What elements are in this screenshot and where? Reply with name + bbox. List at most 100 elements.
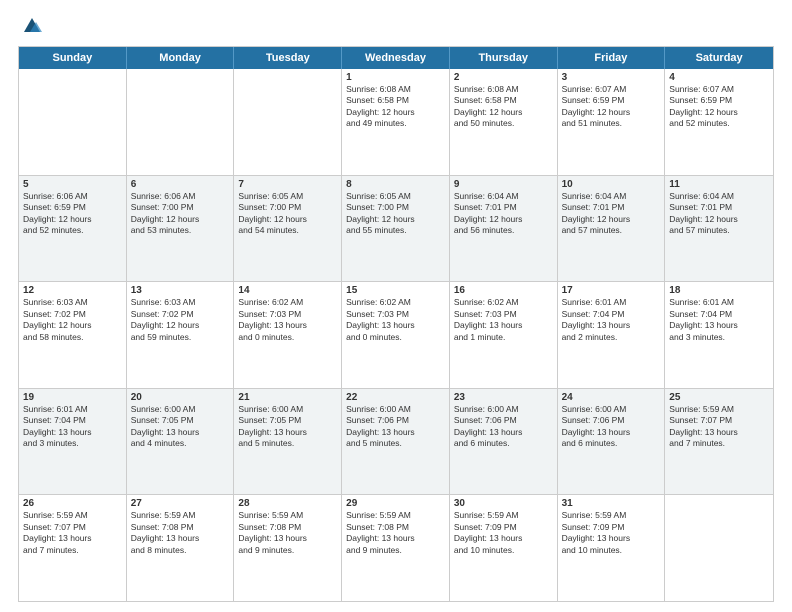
cell-info: Sunrise: 6:05 AM Sunset: 7:00 PM Dayligh…: [238, 191, 337, 237]
day-number: 22: [346, 392, 445, 403]
day-number: 27: [131, 498, 230, 509]
calendar-cell: 26Sunrise: 5:59 AM Sunset: 7:07 PM Dayli…: [19, 495, 127, 601]
calendar-cell: 1Sunrise: 6:08 AM Sunset: 6:58 PM Daylig…: [342, 69, 450, 175]
header-day: Tuesday: [234, 47, 342, 69]
calendar-row: 26Sunrise: 5:59 AM Sunset: 7:07 PM Dayli…: [19, 494, 773, 601]
day-number: 6: [131, 179, 230, 190]
cell-info: Sunrise: 6:04 AM Sunset: 7:01 PM Dayligh…: [454, 191, 553, 237]
calendar-cell: 14Sunrise: 6:02 AM Sunset: 7:03 PM Dayli…: [234, 282, 342, 388]
calendar-row: 1Sunrise: 6:08 AM Sunset: 6:58 PM Daylig…: [19, 69, 773, 175]
calendar-header: SundayMondayTuesdayWednesdayThursdayFrid…: [19, 47, 773, 69]
cell-info: Sunrise: 5:59 AM Sunset: 7:09 PM Dayligh…: [562, 510, 661, 556]
cell-info: Sunrise: 6:03 AM Sunset: 7:02 PM Dayligh…: [131, 297, 230, 343]
page: SundayMondayTuesdayWednesdayThursdayFrid…: [0, 0, 792, 612]
cell-info: Sunrise: 6:01 AM Sunset: 7:04 PM Dayligh…: [562, 297, 661, 343]
day-number: 17: [562, 285, 661, 296]
cell-info: Sunrise: 5:59 AM Sunset: 7:07 PM Dayligh…: [669, 404, 769, 450]
day-number: 3: [562, 72, 661, 83]
day-number: 10: [562, 179, 661, 190]
calendar-body: 1Sunrise: 6:08 AM Sunset: 6:58 PM Daylig…: [19, 69, 773, 601]
cell-info: Sunrise: 6:02 AM Sunset: 7:03 PM Dayligh…: [238, 297, 337, 343]
calendar-cell: 31Sunrise: 5:59 AM Sunset: 7:09 PM Dayli…: [558, 495, 666, 601]
calendar-row: 19Sunrise: 6:01 AM Sunset: 7:04 PM Dayli…: [19, 388, 773, 495]
header-day: Thursday: [450, 47, 558, 69]
calendar-cell: 20Sunrise: 6:00 AM Sunset: 7:05 PM Dayli…: [127, 389, 235, 495]
calendar-cell: 5Sunrise: 6:06 AM Sunset: 6:59 PM Daylig…: [19, 176, 127, 282]
cell-info: Sunrise: 5:59 AM Sunset: 7:08 PM Dayligh…: [238, 510, 337, 556]
calendar-cell: 3Sunrise: 6:07 AM Sunset: 6:59 PM Daylig…: [558, 69, 666, 175]
calendar-cell: 6Sunrise: 6:06 AM Sunset: 7:00 PM Daylig…: [127, 176, 235, 282]
cell-info: Sunrise: 6:08 AM Sunset: 6:58 PM Dayligh…: [454, 84, 553, 130]
calendar-cell: 29Sunrise: 5:59 AM Sunset: 7:08 PM Dayli…: [342, 495, 450, 601]
calendar-cell: 4Sunrise: 6:07 AM Sunset: 6:59 PM Daylig…: [665, 69, 773, 175]
calendar-cell: [234, 69, 342, 175]
cell-info: Sunrise: 5:59 AM Sunset: 7:08 PM Dayligh…: [131, 510, 230, 556]
cell-info: Sunrise: 6:06 AM Sunset: 6:59 PM Dayligh…: [23, 191, 122, 237]
calendar-cell: 30Sunrise: 5:59 AM Sunset: 7:09 PM Dayli…: [450, 495, 558, 601]
cell-info: Sunrise: 6:07 AM Sunset: 6:59 PM Dayligh…: [562, 84, 661, 130]
day-number: 9: [454, 179, 553, 190]
header-day: Monday: [127, 47, 235, 69]
header-day: Wednesday: [342, 47, 450, 69]
day-number: 29: [346, 498, 445, 509]
header-day: Saturday: [665, 47, 773, 69]
day-number: 28: [238, 498, 337, 509]
calendar-cell: 27Sunrise: 5:59 AM Sunset: 7:08 PM Dayli…: [127, 495, 235, 601]
cell-info: Sunrise: 6:06 AM Sunset: 7:00 PM Dayligh…: [131, 191, 230, 237]
day-number: 18: [669, 285, 769, 296]
calendar-cell: 16Sunrise: 6:02 AM Sunset: 7:03 PM Dayli…: [450, 282, 558, 388]
cell-info: Sunrise: 6:05 AM Sunset: 7:00 PM Dayligh…: [346, 191, 445, 237]
cell-info: Sunrise: 6:01 AM Sunset: 7:04 PM Dayligh…: [669, 297, 769, 343]
calendar: SundayMondayTuesdayWednesdayThursdayFrid…: [18, 46, 774, 602]
calendar-row: 12Sunrise: 6:03 AM Sunset: 7:02 PM Dayli…: [19, 281, 773, 388]
day-number: 7: [238, 179, 337, 190]
calendar-cell: 18Sunrise: 6:01 AM Sunset: 7:04 PM Dayli…: [665, 282, 773, 388]
day-number: 21: [238, 392, 337, 403]
day-number: 23: [454, 392, 553, 403]
calendar-cell: 21Sunrise: 6:00 AM Sunset: 7:05 PM Dayli…: [234, 389, 342, 495]
day-number: 5: [23, 179, 122, 190]
cell-info: Sunrise: 6:02 AM Sunset: 7:03 PM Dayligh…: [454, 297, 553, 343]
day-number: 26: [23, 498, 122, 509]
calendar-cell: 7Sunrise: 6:05 AM Sunset: 7:00 PM Daylig…: [234, 176, 342, 282]
cell-info: Sunrise: 5:59 AM Sunset: 7:08 PM Dayligh…: [346, 510, 445, 556]
cell-info: Sunrise: 6:03 AM Sunset: 7:02 PM Dayligh…: [23, 297, 122, 343]
day-number: 31: [562, 498, 661, 509]
day-number: 4: [669, 72, 769, 83]
calendar-cell: 2Sunrise: 6:08 AM Sunset: 6:58 PM Daylig…: [450, 69, 558, 175]
calendar-cell: 9Sunrise: 6:04 AM Sunset: 7:01 PM Daylig…: [450, 176, 558, 282]
cell-info: Sunrise: 6:04 AM Sunset: 7:01 PM Dayligh…: [562, 191, 661, 237]
day-number: 19: [23, 392, 122, 403]
day-number: 12: [23, 285, 122, 296]
day-number: 25: [669, 392, 769, 403]
day-number: 24: [562, 392, 661, 403]
cell-info: Sunrise: 6:00 AM Sunset: 7:05 PM Dayligh…: [238, 404, 337, 450]
calendar-cell: 13Sunrise: 6:03 AM Sunset: 7:02 PM Dayli…: [127, 282, 235, 388]
cell-info: Sunrise: 6:00 AM Sunset: 7:06 PM Dayligh…: [346, 404, 445, 450]
cell-info: Sunrise: 6:00 AM Sunset: 7:06 PM Dayligh…: [454, 404, 553, 450]
cell-info: Sunrise: 6:00 AM Sunset: 7:06 PM Dayligh…: [562, 404, 661, 450]
calendar-cell: 19Sunrise: 6:01 AM Sunset: 7:04 PM Dayli…: [19, 389, 127, 495]
cell-info: Sunrise: 5:59 AM Sunset: 7:07 PM Dayligh…: [23, 510, 122, 556]
calendar-cell: 23Sunrise: 6:00 AM Sunset: 7:06 PM Dayli…: [450, 389, 558, 495]
cell-info: Sunrise: 6:02 AM Sunset: 7:03 PM Dayligh…: [346, 297, 445, 343]
calendar-cell: [665, 495, 773, 601]
calendar-cell: 8Sunrise: 6:05 AM Sunset: 7:00 PM Daylig…: [342, 176, 450, 282]
calendar-cell: 25Sunrise: 5:59 AM Sunset: 7:07 PM Dayli…: [665, 389, 773, 495]
header-day: Friday: [558, 47, 666, 69]
cell-info: Sunrise: 6:01 AM Sunset: 7:04 PM Dayligh…: [23, 404, 122, 450]
calendar-cell: 15Sunrise: 6:02 AM Sunset: 7:03 PM Dayli…: [342, 282, 450, 388]
day-number: 8: [346, 179, 445, 190]
day-number: 30: [454, 498, 553, 509]
calendar-row: 5Sunrise: 6:06 AM Sunset: 6:59 PM Daylig…: [19, 175, 773, 282]
logo: [18, 18, 42, 36]
calendar-cell: 28Sunrise: 5:59 AM Sunset: 7:08 PM Dayli…: [234, 495, 342, 601]
day-number: 13: [131, 285, 230, 296]
logo-icon: [20, 14, 42, 36]
day-number: 11: [669, 179, 769, 190]
calendar-cell: 22Sunrise: 6:00 AM Sunset: 7:06 PM Dayli…: [342, 389, 450, 495]
day-number: 15: [346, 285, 445, 296]
calendar-cell: 24Sunrise: 6:00 AM Sunset: 7:06 PM Dayli…: [558, 389, 666, 495]
calendar-cell: 10Sunrise: 6:04 AM Sunset: 7:01 PM Dayli…: [558, 176, 666, 282]
calendar-cell: [19, 69, 127, 175]
